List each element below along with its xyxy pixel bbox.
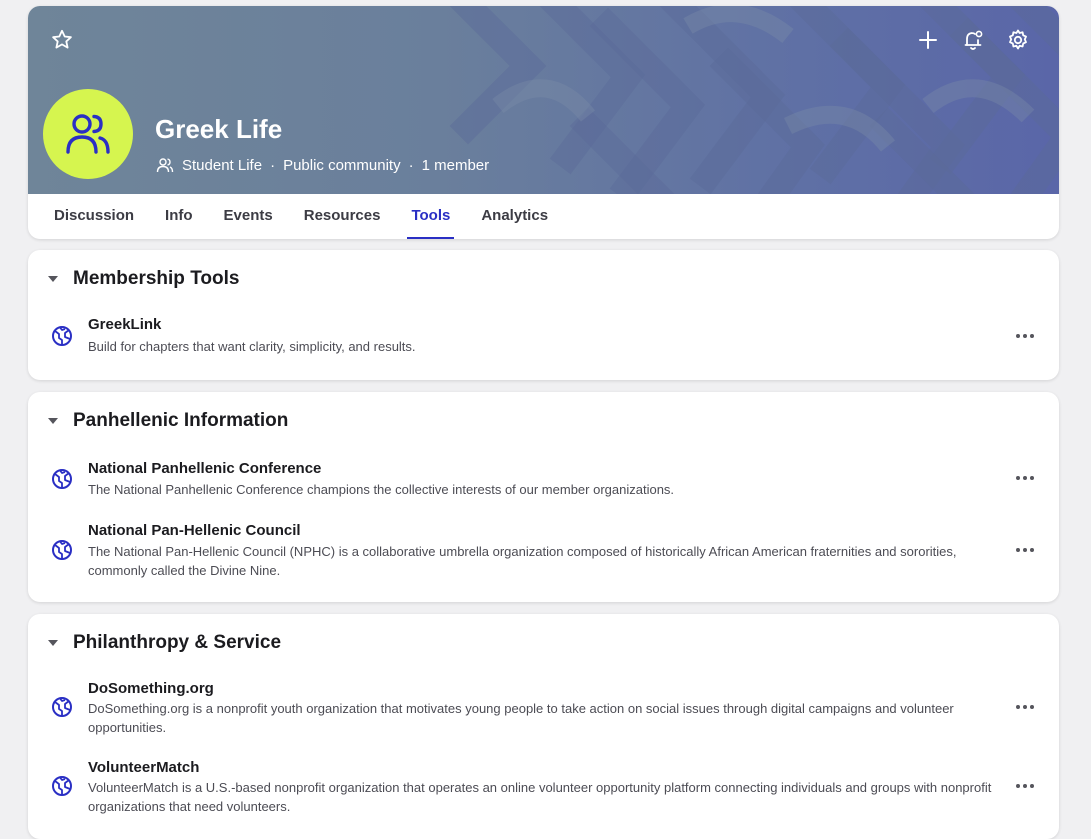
tab-info[interactable]: Info xyxy=(165,194,193,239)
globe-icon xyxy=(52,697,72,717)
tool-description: The National Pan-Hellenic Council (NPHC)… xyxy=(88,544,957,578)
tool-menu-button[interactable] xyxy=(1010,326,1040,346)
group-name: Greek Life xyxy=(155,114,283,144)
section-title: Philanthropy & Service xyxy=(73,632,282,653)
group-member-count[interactable]: 1 member xyxy=(422,157,490,174)
tool-description: Build for chapters that want clarity, si… xyxy=(88,339,416,354)
more-horizontal-icon xyxy=(1016,784,1020,788)
tool-name[interactable]: National Panhellenic Conference xyxy=(88,460,321,477)
section-title: Membership Tools xyxy=(73,268,240,289)
section-title: Panhellenic Information xyxy=(73,410,289,431)
more-horizontal-icon xyxy=(1016,705,1020,709)
add-button[interactable] xyxy=(913,25,943,55)
section-toggle[interactable]: Membership Tools xyxy=(48,268,239,290)
caret-down-icon xyxy=(48,418,58,424)
members-icon xyxy=(156,156,174,174)
group-meta: Student Life · Public community · 1 memb… xyxy=(156,156,489,174)
section-panhellenic-information: Panhellenic Information National Panhell… xyxy=(28,392,1059,602)
meta-separator: · xyxy=(270,156,276,174)
globe-icon xyxy=(52,326,72,346)
section-toggle[interactable]: Panhellenic Information xyxy=(48,410,288,432)
section-membership-tools: Membership Tools GreekLink Build for cha… xyxy=(28,250,1059,380)
gear-icon xyxy=(1009,29,1027,50)
notification-settings-button[interactable] xyxy=(958,25,988,55)
section-toggle[interactable]: Philanthropy & Service xyxy=(48,632,281,654)
caret-down-icon xyxy=(48,276,58,282)
tool-name[interactable]: GreekLink xyxy=(88,316,161,333)
tool-name[interactable]: National Pan-Hellenic Council xyxy=(88,522,301,539)
caret-down-icon xyxy=(48,640,58,646)
globe-icon xyxy=(52,540,72,560)
tool-menu-button[interactable] xyxy=(1010,540,1040,560)
group-visibility: Public community xyxy=(283,156,401,174)
plus-icon xyxy=(919,31,937,49)
tool-description: VolunteerMatch is a U.S.-based nonprofit… xyxy=(88,780,992,814)
section-philanthropy-service: Philanthropy & Service DoSomething.org D… xyxy=(28,614,1059,839)
meta-separator: · xyxy=(408,156,414,174)
group-category[interactable]: Student Life xyxy=(182,157,262,174)
more-horizontal-icon xyxy=(1016,476,1020,480)
group-header-card: Greek Life Student Life · Public communi… xyxy=(28,6,1059,239)
tool-menu-button[interactable] xyxy=(1010,697,1040,717)
tool-name[interactable]: VolunteerMatch xyxy=(88,759,199,776)
tab-events[interactable]: Events xyxy=(224,194,273,239)
group-banner: Greek Life Student Life · Public communi… xyxy=(28,6,1059,194)
tab-analytics[interactable]: Analytics xyxy=(481,194,548,239)
tab-tools[interactable]: Tools xyxy=(407,194,455,239)
people-icon xyxy=(66,114,110,154)
tool-description: DoSomething.org is a nonprofit youth org… xyxy=(88,701,954,735)
tab-resources[interactable]: Resources xyxy=(304,194,381,239)
tool-menu-button[interactable] xyxy=(1010,468,1040,488)
tool-description: The National Panhellenic Conference cham… xyxy=(88,482,675,497)
star-icon xyxy=(52,29,72,49)
tab-discussion[interactable]: Discussion xyxy=(54,194,134,239)
favorite-button[interactable] xyxy=(47,25,77,55)
settings-button[interactable] xyxy=(1003,25,1033,55)
group-tabs: Discussion Info Events Resources Tools A… xyxy=(28,194,1059,239)
more-horizontal-icon xyxy=(1016,548,1020,552)
more-horizontal-icon xyxy=(1016,334,1020,338)
globe-icon xyxy=(52,776,72,796)
tool-name[interactable]: DoSomething.org xyxy=(88,680,214,697)
bell-settings-icon xyxy=(964,30,983,50)
group-avatar xyxy=(43,89,133,179)
globe-icon xyxy=(52,469,72,489)
tool-menu-button[interactable] xyxy=(1010,776,1040,796)
